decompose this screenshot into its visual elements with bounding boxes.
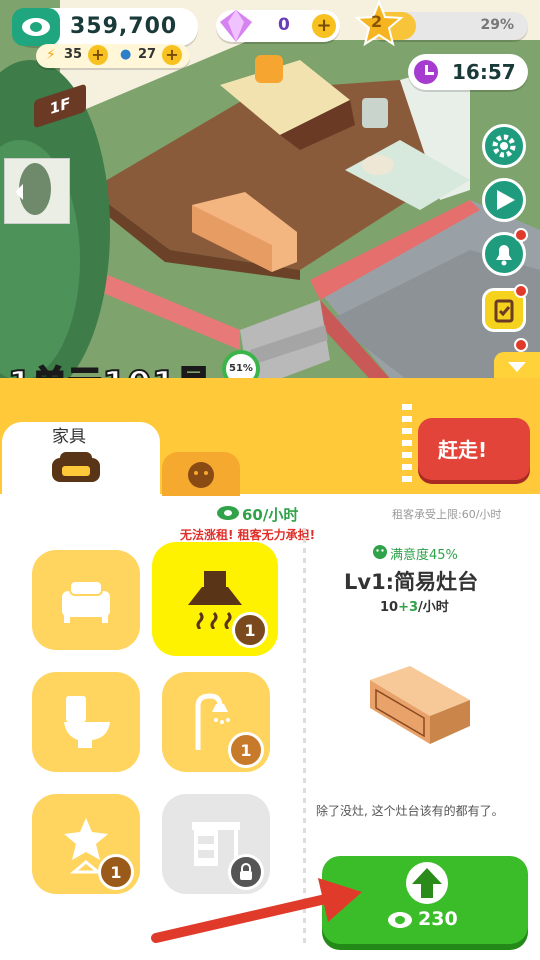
gem-counter: 0 + (216, 10, 340, 42)
cash-small-icon (388, 912, 412, 928)
water-value: 27 (138, 47, 157, 62)
room-scene[interactable]: 359,700 ⚡ 35 + ● 27 + 0 + 29% 2 16:57 1F (0, 0, 540, 390)
level-badge: 1 (98, 854, 134, 890)
tab-tenant[interactable] (162, 452, 240, 496)
clipboard-icon (494, 299, 514, 323)
detail-title: Lv1:简易灶台 (344, 570, 479, 594)
furniture-tile-toilet[interactable] (32, 672, 140, 772)
income-rate: 60/小时 (242, 506, 299, 524)
resource-bar: ⚡ 35 + ● 27 + (36, 44, 190, 68)
tasks-dot (514, 284, 528, 298)
furniture-tile-stove[interactable]: 1 (152, 542, 278, 656)
tab-furniture[interactable]: 家具 (2, 422, 160, 496)
tutorial-arrow-icon (151, 878, 362, 943)
money-counter: 359,700 (12, 8, 198, 46)
furniture-tile-shower[interactable]: 1 (162, 672, 270, 772)
energy-value: 35 (64, 47, 83, 62)
furniture-tile-decor[interactable]: 1 (32, 794, 140, 894)
level-value: 2 (371, 12, 383, 31)
play-icon (497, 190, 515, 210)
evict-button[interactable]: 赶走! (418, 418, 530, 480)
xp-percent: 29% (480, 17, 514, 33)
toilet-icon (64, 696, 110, 748)
arrow-up-icon (406, 862, 448, 904)
water-icon: ● (120, 47, 132, 62)
energy-icon: ⚡ (46, 47, 56, 63)
extra-dot (514, 338, 528, 352)
neighbor-thumbnail[interactable] (4, 158, 70, 224)
furniture-tile-bed[interactable] (32, 550, 140, 650)
stove-preview (370, 666, 470, 744)
banner-divider (402, 404, 412, 484)
upgrade-cost: 230 (418, 908, 458, 930)
clock-icon (412, 58, 440, 86)
furniture-panel: 家具 赶走! 60/小时 租客承受上限:60/小时 无法涨租! 租客无力承担! … (0, 378, 540, 960)
tab-furniture-label: 家具 (52, 427, 86, 447)
detail-description: 除了没灶, 这个灶台该有的都有了。 (316, 804, 504, 818)
level-badge: 1 (232, 612, 268, 648)
video-button[interactable] (482, 178, 526, 222)
evict-label: 赶走! (438, 438, 488, 462)
detail-rate: 10+3/小时 (380, 600, 449, 615)
settings-button[interactable] (482, 124, 526, 168)
gem-icon (220, 10, 252, 42)
smile-icon (373, 545, 387, 559)
cash-icon (12, 8, 60, 46)
tenant-face-icon (188, 462, 214, 488)
gem-value: 0 (278, 15, 290, 35)
gear-icon (492, 134, 516, 158)
income-limit: 租客承受上限:60/小时 (392, 508, 502, 521)
add-gems-button[interactable]: + (312, 14, 336, 38)
clock-time: 16:57 (452, 60, 516, 84)
level-badge: 1 (228, 732, 264, 768)
add-energy-button[interactable]: + (88, 45, 108, 65)
satisfaction: 满意度45% (390, 548, 458, 563)
add-water-button[interactable]: + (162, 45, 182, 65)
notification-dot (514, 228, 528, 242)
bell-icon (496, 245, 512, 266)
cash-small-icon (217, 506, 239, 520)
bed-icon (62, 580, 110, 623)
clock: 16:57 (408, 54, 528, 90)
sofa-icon (52, 452, 100, 482)
rent-warning: 无法涨租! 租客无力承担! (180, 528, 316, 542)
money-value: 359,700 (70, 14, 178, 39)
